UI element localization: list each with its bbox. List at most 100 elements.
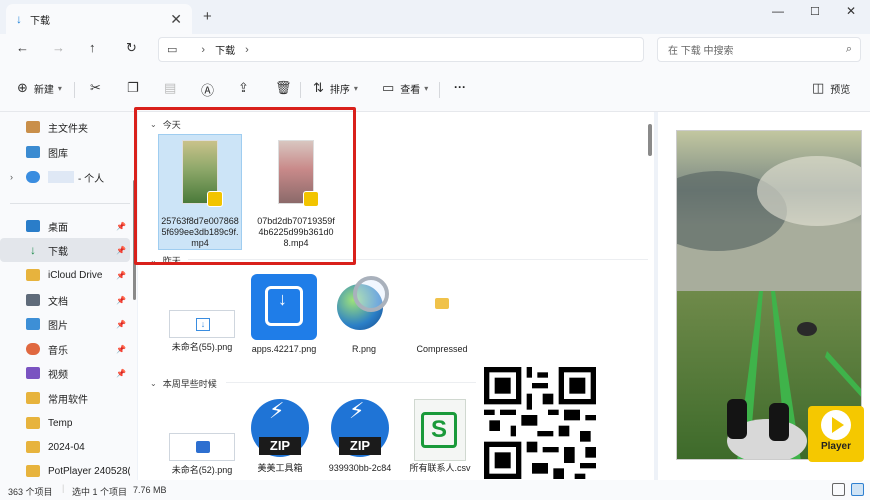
- sidebar-item-music[interactable]: 音乐 📌: [0, 337, 130, 361]
- sidebar-item-label: 视频: [48, 369, 68, 381]
- pin-icon[interactable]: 📌: [116, 296, 126, 305]
- group-label: 本周早些时候: [162, 379, 217, 389]
- share-button[interactable]: ⇪: [238, 80, 255, 96]
- home-icon: [26, 121, 40, 133]
- sidebar-item-label: iCloud Drive: [48, 269, 103, 281]
- refresh-icon[interactable]: ↻: [126, 40, 137, 56]
- new-tab-icon[interactable]: +: [203, 8, 212, 25]
- paste-button[interactable]: ▤: [164, 80, 182, 96]
- sidebar-item-label: 音乐: [48, 345, 68, 357]
- chevron-down-icon: ▾: [57, 83, 62, 93]
- folder-icon: [435, 298, 449, 309]
- file-item-apps-png[interactable]: ↓ apps.42217.png: [242, 272, 326, 355]
- rename-button[interactable]: Ⓐ: [201, 80, 220, 99]
- sidebar-item-documents[interactable]: 文档 📌: [0, 288, 130, 312]
- view-button[interactable]: ▭ 查看 ▾: [382, 80, 428, 96]
- file-item-zip-1[interactable]: ⚡ ZIP 美美工具箱: [238, 395, 322, 474]
- video-thumbnail: [182, 140, 223, 207]
- sidebar-item-common-software[interactable]: 常用软件: [0, 386, 130, 410]
- group-header-today[interactable]: ⌄ 今天: [150, 118, 181, 131]
- lightning-icon: ⚡: [269, 398, 285, 423]
- sidebar-item-temp[interactable]: Temp: [0, 411, 130, 435]
- chevron-right-icon[interactable]: ›: [10, 172, 13, 182]
- new-button[interactable]: ⊕ 新建 ▾: [17, 80, 62, 96]
- magnifier-icon: [353, 276, 389, 312]
- close-tab-icon[interactable]: ✕: [170, 11, 182, 28]
- file-name: 07bd2db70719359f4b6225d99b361d08.mp4: [257, 216, 335, 248]
- pin-icon[interactable]: 📌: [116, 222, 126, 231]
- sidebar-item-gallery[interactable]: 图库: [0, 140, 130, 164]
- file-item-zip-2[interactable]: ⚡ ZIP 939930bb-2c84: [318, 395, 402, 474]
- computer-icon: ▭: [167, 44, 178, 56]
- delete-button[interactable]: 🗑: [275, 80, 298, 96]
- zip-thumbnail: ⚡ ZIP: [247, 399, 313, 461]
- pin-icon[interactable]: 📌: [116, 345, 126, 354]
- pin-icon[interactable]: 📌: [116, 369, 126, 378]
- video-thumbnail: [278, 140, 319, 207]
- sidebar-item-downloads[interactable]: ↓ 下载 📌: [0, 238, 130, 262]
- close-window-icon[interactable]: ✕: [846, 4, 856, 18]
- folder-compressed[interactable]: Compressed: [400, 272, 484, 355]
- more-options-button[interactable]: ···: [454, 80, 466, 94]
- chevron-down-icon: ▾: [424, 83, 429, 93]
- sidebar-item-label: 下载: [48, 246, 68, 258]
- group-header-earlier[interactable]: ⌄ 本周早些时候: [150, 377, 217, 390]
- status-divider: |: [62, 483, 65, 493]
- file-item-video-1[interactable]: 25763f8d7e0078685f699ee3db189c9f.mp4: [158, 134, 242, 250]
- file-name: 25763f8d7e0078685f699ee3db189c9f.mp4: [161, 216, 239, 248]
- sidebar-scrollbar[interactable]: [133, 180, 136, 300]
- tab-downloads[interactable]: ↓ 下载 ✕: [6, 4, 192, 34]
- file-name: 美美工具箱: [257, 463, 303, 473]
- sidebar-item-icloud[interactable]: iCloud Drive 📌: [0, 263, 130, 287]
- chevron-down-icon: ⌄: [150, 379, 157, 388]
- chevron-right-icon[interactable]: ›: [201, 44, 205, 56]
- sidebar-item-home[interactable]: 主文件夹: [0, 115, 130, 139]
- file-item-png-52[interactable]: 未命名(52).png: [160, 395, 244, 476]
- tiles-view-icon[interactable]: [851, 483, 864, 496]
- pin-icon[interactable]: 📌: [116, 271, 126, 280]
- folder-icon: [26, 465, 40, 477]
- sidebar-item-videos[interactable]: 视频 📌: [0, 361, 130, 385]
- chevron-down-icon: ⌄: [150, 120, 157, 129]
- search-input[interactable]: 在 下载 中搜索 ⌕: [657, 37, 861, 62]
- potplayer-badge-icon: [303, 191, 319, 207]
- image-thumbnail: ↓: [169, 310, 235, 338]
- music-icon: [26, 343, 40, 355]
- breadcrumb-downloads[interactable]: 下载: [215, 42, 235, 57]
- image-thumbnail: [169, 433, 235, 461]
- details-view-icon[interactable]: [832, 483, 845, 496]
- up-icon[interactable]: ↑: [89, 40, 96, 55]
- maximize-icon[interactable]: ☐: [810, 5, 820, 18]
- pin-icon[interactable]: 📌: [116, 246, 126, 255]
- address-bar[interactable]: ▭ › 下载 ›: [158, 37, 644, 62]
- sidebar-item-pictures[interactable]: 图片 📌: [0, 312, 130, 336]
- sidebar-item-desktop[interactable]: 桌面 📌: [0, 214, 130, 238]
- file-item-r-png[interactable]: R.png: [322, 272, 406, 355]
- title-bar: ↓ 下载 ✕ + — ☐ ✕: [0, 0, 870, 34]
- pin-icon[interactable]: 📌: [116, 320, 126, 329]
- sidebar-item-label: PotPlayer 240528(1: [48, 465, 130, 477]
- video-icon: [26, 367, 40, 379]
- more-icon: ···: [454, 80, 466, 94]
- status-bar: 363 个项目 | 选中 1 个项目 7.76 MB: [0, 480, 870, 500]
- group-header-yesterday[interactable]: ⌄ 昨天: [150, 254, 181, 267]
- chevron-right-icon[interactable]: ›: [245, 44, 249, 56]
- group-divider: [226, 382, 476, 383]
- cut-button[interactable]: ✂: [90, 80, 107, 96]
- file-item-png-55[interactable]: ↓ 未命名(55).png: [160, 272, 244, 353]
- sort-button[interactable]: ⇅ 排序 ▾: [313, 80, 358, 96]
- file-item-video-2[interactable]: 07bd2db70719359f4b6225d99b361d08.mp4: [254, 134, 338, 249]
- back-icon[interactable]: ←: [16, 40, 29, 55]
- item-count: 363 个项目: [8, 487, 53, 497]
- preview-pane-button[interactable]: ◫ 预览: [812, 80, 850, 96]
- file-name: 939930bb-2c84: [328, 463, 392, 473]
- copy-button[interactable]: ❐: [127, 80, 145, 96]
- file-list-scrollbar[interactable]: [648, 124, 652, 156]
- minimize-icon[interactable]: —: [772, 4, 784, 18]
- sidebar-item-label: - 个人: [78, 173, 105, 185]
- sidebar-item-2024-04[interactable]: 2024-04: [0, 435, 130, 459]
- sidebar-item-label: 主文件夹: [48, 123, 88, 135]
- file-item-csv[interactable]: S 所有联系人.csv: [398, 395, 482, 474]
- sidebar-item-onedrive[interactable]: › - 个人: [0, 165, 130, 189]
- forward-icon[interactable]: →: [52, 40, 65, 55]
